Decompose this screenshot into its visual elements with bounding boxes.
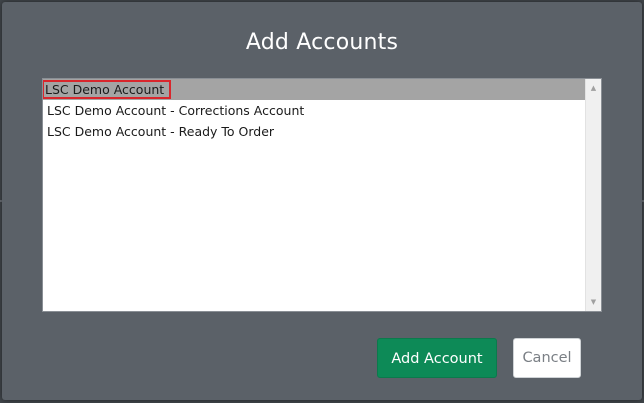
add-account-button[interactable]: Add Account xyxy=(377,338,497,378)
account-option-label: LSC Demo Account - Corrections Account xyxy=(47,103,305,118)
account-option-label: LSC Demo Account xyxy=(43,80,172,99)
account-option[interactable]: LSC Demo Account - Ready To Order xyxy=(43,121,585,142)
listbox-scrollbar[interactable]: ▲ ▼ xyxy=(585,79,601,311)
add-accounts-dialog: Add Accounts LSC Demo Account LSC Demo A… xyxy=(2,2,642,400)
scroll-up-arrow-icon[interactable]: ▲ xyxy=(586,81,601,95)
accounts-list: LSC Demo Account LSC Demo Account - Corr… xyxy=(43,79,585,142)
cancel-button[interactable]: Cancel xyxy=(513,338,581,378)
account-option[interactable]: LSC Demo Account xyxy=(43,79,585,100)
account-option-label: LSC Demo Account - Ready To Order xyxy=(47,124,275,139)
accounts-listbox[interactable]: LSC Demo Account LSC Demo Account - Corr… xyxy=(42,78,602,312)
scroll-down-arrow-icon[interactable]: ▼ xyxy=(586,295,601,309)
dialog-title: Add Accounts xyxy=(245,30,399,55)
account-option[interactable]: LSC Demo Account - Corrections Account xyxy=(43,100,585,121)
